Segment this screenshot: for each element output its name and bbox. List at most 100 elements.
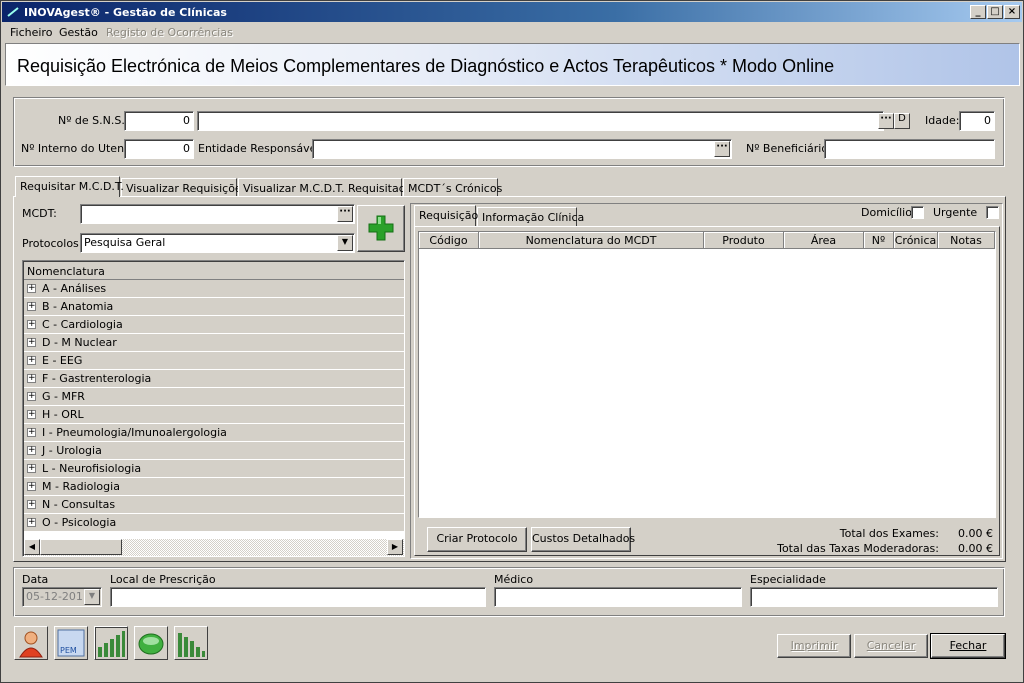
expand-icon[interactable]: +	[27, 500, 36, 509]
tree-item-label: G - MFR	[42, 390, 85, 403]
maximize-button[interactable]: □	[987, 5, 1003, 19]
tab-visualizar-requisicoes[interactable]: Visualizar Requisições	[121, 178, 247, 197]
green-disc-icon[interactable]	[134, 626, 168, 660]
col-notas[interactable]: Notas	[938, 232, 995, 249]
fechar-button[interactable]: Fechar	[930, 633, 1006, 659]
expand-icon[interactable]: +	[27, 464, 36, 473]
stats-icon[interactable]	[174, 626, 208, 660]
scroll-right-icon[interactable]: ▶	[387, 539, 403, 555]
horizontal-scrollbar[interactable]: ◀ ▶	[24, 539, 404, 556]
tree-item[interactable]: + G - MFR	[24, 388, 404, 406]
tree-item[interactable]: + D - M Nuclear	[24, 334, 404, 352]
expand-icon[interactable]: +	[27, 356, 36, 365]
expand-icon[interactable]: +	[27, 482, 36, 491]
entidade-search-button[interactable]: ···	[714, 141, 730, 157]
subtab-requisicao[interactable]: Requisição	[414, 205, 478, 226]
prescription-panel: Data 05-12-2011 ▼ Local de Prescrição Mé…	[13, 567, 1005, 617]
minimize-button[interactable]: _	[970, 5, 986, 19]
header-banner: Requisição Electrónica de Meios Compleme…	[5, 43, 1020, 86]
tree-item[interactable]: + O - Psicologia	[24, 514, 404, 532]
local-prescricao-field[interactable]	[110, 587, 486, 607]
tree-item[interactable]: + H - ORL	[24, 406, 404, 424]
expand-icon[interactable]: +	[27, 446, 36, 455]
imprimir-button: Imprimir	[777, 634, 851, 658]
tree-item-label: E - EEG	[42, 354, 83, 367]
expand-icon[interactable]: +	[27, 338, 36, 347]
scroll-thumb[interactable]	[40, 539, 122, 555]
tree-item[interactable]: + A - Análises	[24, 280, 404, 298]
tree-header: Nomenclatura	[24, 262, 404, 280]
expand-icon[interactable]: +	[27, 374, 36, 383]
mcdt-search-button[interactable]: ···	[337, 206, 353, 222]
expand-icon[interactable]: +	[27, 518, 36, 527]
expand-icon[interactable]: +	[27, 410, 36, 419]
domicilio-checkbox[interactable]	[911, 206, 924, 219]
col-area[interactable]: Área	[784, 232, 864, 249]
tab-visualizar-mcdt-requisitados[interactable]: Visualizar M.C.D.T. Requisitados	[238, 178, 418, 197]
svg-text:PEM: PEM	[60, 646, 77, 655]
expand-icon[interactable]: +	[27, 320, 36, 329]
page-title: Requisição Electrónica de Meios Compleme…	[17, 56, 835, 76]
tree-item[interactable]: + B - Anatomia	[24, 298, 404, 316]
pem-icon[interactable]: PEM	[54, 626, 88, 660]
custos-detalhados-button[interactable]: Custos Detalhados	[531, 527, 635, 552]
expand-icon[interactable]: +	[27, 302, 36, 311]
chevron-down-icon[interactable]: ▼	[337, 235, 353, 251]
tree-item[interactable]: + N - Consultas	[24, 496, 404, 514]
menu-ficheiro[interactable]: Ficheiro	[10, 26, 52, 39]
mcdt-input[interactable]	[80, 204, 355, 224]
close-button[interactable]: ×	[1004, 5, 1020, 19]
especialidade-field[interactable]	[750, 587, 998, 607]
tab-body: MCDT: ··· Protocolos: Pesquisa Geral ▼ N…	[13, 196, 1006, 562]
tree-item[interactable]: + L - Neurofisiologia	[24, 460, 404, 478]
medico-field[interactable]	[494, 587, 742, 607]
especialidade-label: Especialidade	[750, 573, 826, 586]
sns-input[interactable]: 0	[124, 111, 194, 131]
expand-icon[interactable]: +	[27, 284, 36, 293]
tree-item[interactable]: + C - Cardiologia	[24, 316, 404, 334]
tree-item-label: I - Pneumologia/Imunoalergologia	[42, 426, 227, 439]
tab-requisitar-mcdt[interactable]: Requisitar M.C.D.T.	[15, 176, 124, 197]
tab-mcdt-cronicos[interactable]: MCDT´s Crónicos	[403, 178, 502, 197]
tree-item-label: C - Cardiologia	[42, 318, 123, 331]
user-icon[interactable]	[14, 626, 48, 660]
nomenclatura-tree: Nomenclatura + A - Análises + B - Anatomia +…	[22, 260, 405, 557]
tree-item-label: A - Análises	[42, 282, 107, 295]
title-bar[interactable]: INOVAgest® - Gestão de Clínicas _ □ ×	[2, 2, 1022, 22]
add-mcdt-button[interactable]	[357, 205, 405, 252]
criar-protocolo-button[interactable]: Criar Protocolo	[427, 527, 527, 552]
menu-bar: Ficheiro Gestão Registo de Ocorrências	[2, 23, 1022, 41]
application-window: INOVAgest® - Gestão de Clínicas _ □ × Fi…	[0, 0, 1024, 683]
col-produto[interactable]: Produto	[704, 232, 784, 249]
col-cronica[interactable]: Crónica	[894, 232, 938, 249]
subtab-informacao-clinica[interactable]: Informação Clínica	[477, 207, 584, 226]
col-codigo[interactable]: Código	[419, 232, 479, 249]
d-button[interactable]: D	[894, 113, 910, 129]
expand-icon[interactable]: +	[27, 392, 36, 401]
col-nomenclatura[interactable]: Nomenclatura do MCDT	[479, 232, 704, 249]
idade-field[interactable]: 0	[959, 111, 995, 131]
urgente-checkbox[interactable]	[986, 206, 999, 219]
entidade-field[interactable]	[312, 139, 732, 159]
tree-item[interactable]: + I - Pneumologia/Imunoalergologia	[24, 424, 404, 442]
tree-item-label: M - Radiologia	[42, 480, 120, 493]
protocolos-select[interactable]: Pesquisa Geral	[80, 233, 355, 253]
bar-chart-icon[interactable]	[94, 626, 128, 660]
fechar-label: Fechar	[949, 639, 987, 652]
col-numero[interactable]: Nº	[864, 232, 894, 249]
window-title: INOVAgest® - Gestão de Clínicas	[24, 6, 227, 19]
menu-gestao[interactable]: Gestão	[59, 26, 98, 39]
beneficiario-field[interactable]	[824, 139, 995, 159]
tree-item[interactable]: + F - Gastrenterologia	[24, 370, 404, 388]
menu-registo-ocorrencias: Registo de Ocorrências	[106, 26, 233, 39]
scroll-left-icon[interactable]: ◀	[24, 539, 40, 555]
tree-item[interactable]: + J - Urologia	[24, 442, 404, 460]
total-taxas-label: Total das Taxas Moderadoras:	[777, 542, 939, 555]
tree-item[interactable]: + M - Radiologia	[24, 478, 404, 496]
patient-name-field[interactable]	[197, 111, 884, 131]
sns-search-button[interactable]: ···	[878, 113, 894, 129]
tree-item[interactable]: + E - EEG	[24, 352, 404, 370]
domicilio-label: Domicílio	[861, 206, 912, 219]
interno-input[interactable]: 0	[124, 139, 194, 159]
expand-icon[interactable]: +	[27, 428, 36, 437]
